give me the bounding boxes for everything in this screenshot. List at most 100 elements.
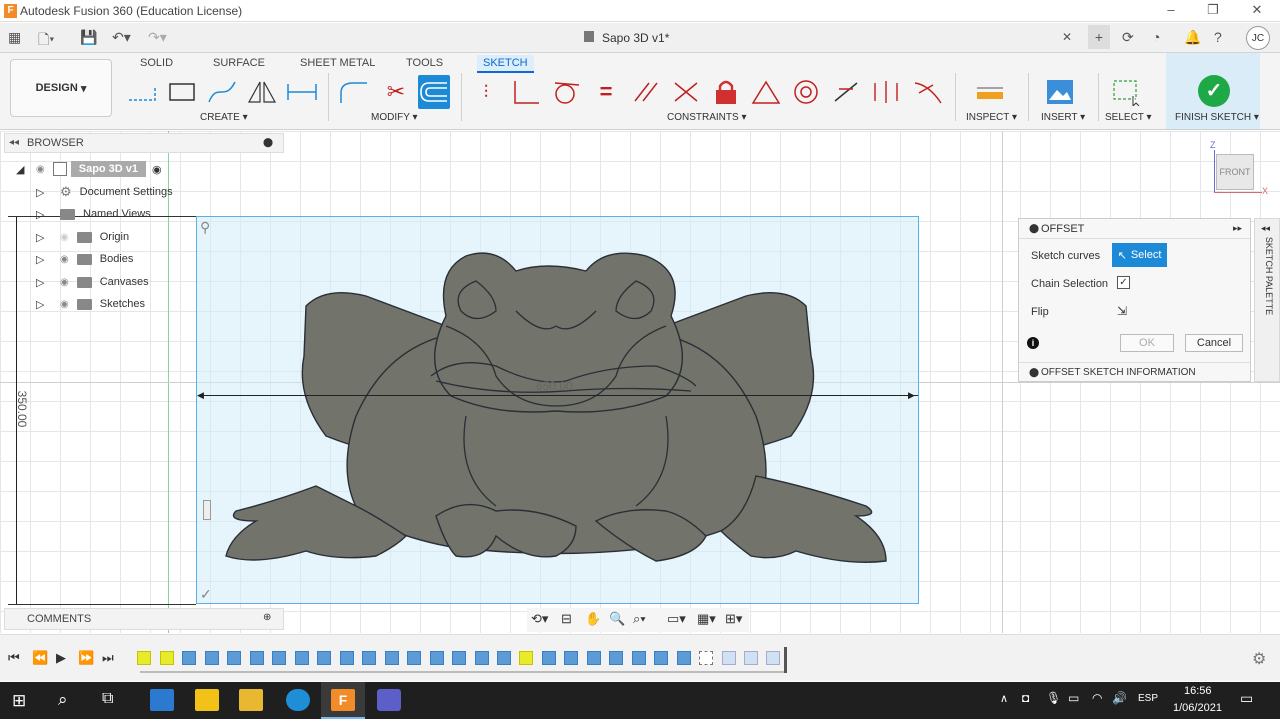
job-status-icon[interactable]: ◔ [1152, 29, 1160, 45]
look-at-icon[interactable]: ⊟ [561, 611, 572, 627]
tab-sheet-metal[interactable]: SHEET METAL [294, 55, 381, 71]
timeline-feature-canvas[interactable] [137, 651, 151, 665]
timeline-feature[interactable] [452, 651, 466, 665]
browser-item-document-settings[interactable]: ▷ ⚙ Document Settings [36, 182, 173, 202]
offset-icon[interactable] [418, 75, 450, 109]
fix-lock-icon[interactable] [710, 75, 742, 109]
comments-panel[interactable]: COMMENTS ⊕ [4, 608, 284, 630]
go-to-start-icon[interactable]: ⏮ [8, 650, 20, 666]
edge-icon[interactable] [286, 689, 310, 711]
timeline-feature-suppressed[interactable] [722, 651, 736, 665]
taskbar-date[interactable]: 1/06/2021 [1173, 702, 1222, 714]
timeline-feature[interactable] [564, 651, 578, 665]
perpendicular-icon[interactable] [510, 75, 542, 109]
offset-header[interactable]: ⬤ OFFSET ▸▸ [1019, 219, 1250, 239]
spline-icon[interactable] [206, 75, 238, 109]
zoom-icon[interactable]: 🔍 [609, 611, 625, 627]
notifications-icon[interactable]: 🔔 [1184, 29, 1201, 46]
task-view-icon[interactable]: ⧉ [102, 690, 113, 708]
timeline-feature[interactable] [677, 651, 691, 665]
expand-panel-icon[interactable]: ▸▸ [1233, 223, 1242, 234]
new-tab-icon[interactable]: + [1088, 25, 1110, 49]
help-icon[interactable]: ? [1214, 29, 1222, 45]
step-back-icon[interactable]: ⏪ [32, 650, 48, 666]
horizontal-dimension-line[interactable] [198, 395, 918, 396]
taskbar-time[interactable]: 16:56 [1184, 685, 1212, 697]
play-icon[interactable]: ▶ [56, 650, 66, 666]
modify-group-label[interactable]: MODIFY ▾ [371, 112, 418, 123]
timeline-feature[interactable] [632, 651, 646, 665]
timeline-feature[interactable] [587, 651, 601, 665]
fusion-taskbar-icon[interactable]: F [331, 689, 355, 711]
minimize-button[interactable]: – [1156, 2, 1186, 17]
orbit-icon[interactable]: ⟲▾ [531, 611, 548, 627]
insert-image-icon[interactable] [1044, 75, 1076, 109]
trim-icon[interactable]: ✂ [380, 75, 412, 109]
timeline-feature[interactable] [250, 651, 264, 665]
expand-triangle-icon[interactable]: ▷ [36, 208, 46, 221]
data-panel-grid-icon[interactable]: ▦ [8, 29, 21, 46]
browser-item-sketches[interactable]: ▷ ◉ Sketches [36, 294, 145, 314]
midpoint-icon[interactable] [750, 75, 782, 109]
fillet-icon[interactable] [338, 75, 370, 109]
timeline-feature[interactable] [205, 651, 219, 665]
tab-surface[interactable]: SURFACE [207, 55, 271, 71]
timeline-feature[interactable] [654, 651, 668, 665]
mail-icon[interactable] [150, 689, 174, 711]
browser-item-named-views[interactable]: ▷ Named Views [36, 204, 151, 224]
select-curves-button[interactable]: ↖ Select [1112, 243, 1167, 267]
sketch-palette-tab[interactable]: ◂◂ SKETCH PALETTE [1254, 218, 1280, 382]
ok-button[interactable]: OK [1120, 334, 1174, 352]
timeline-feature[interactable] [407, 651, 421, 665]
tangent-icon[interactable] [550, 75, 582, 109]
workspace-switcher[interactable]: DESIGN ▾ [10, 59, 112, 117]
timeline-settings-gear-icon[interactable]: ⚙ [1252, 649, 1266, 669]
equal-icon[interactable]: = [590, 75, 622, 109]
display-settings-icon[interactable]: ▭▾ [667, 611, 686, 627]
symmetry-icon[interactable] [870, 75, 902, 109]
tab-sketch[interactable]: SKETCH [477, 55, 534, 73]
visibility-icon[interactable]: ◉ [60, 277, 69, 288]
tab-tools[interactable]: TOOLS [400, 55, 449, 71]
timeline-feature-suppressed[interactable] [744, 651, 758, 665]
visibility-icon[interactable]: ◉ [36, 164, 45, 175]
pan-hand-icon[interactable]: ✋ [585, 611, 601, 627]
go-to-end-icon[interactable]: ⏭ [102, 650, 114, 666]
browser-options-icon[interactable]: ⬤ [263, 137, 273, 148]
grid-settings-icon[interactable]: ▦▾ [697, 611, 716, 627]
document-tab[interactable]: Sapo 3D v1* ✕ [574, 23, 1080, 53]
constraints-group-label[interactable]: CONSTRAINTS ▾ [667, 112, 746, 123]
viewports-icon[interactable]: ⊞▾ [725, 611, 742, 627]
browser-panel-header[interactable]: ◂◂ BROWSER ⬤ [4, 133, 284, 153]
language-indicator[interactable]: ESP [1138, 693, 1158, 704]
create-group-label[interactable]: CREATE ▾ [200, 112, 248, 123]
select-window-icon[interactable] [1110, 75, 1142, 109]
curvature-icon[interactable] [912, 75, 944, 109]
tray-camera-icon[interactable]: ◘ [1022, 691, 1029, 705]
mirror-icon[interactable] [246, 75, 278, 109]
timeline-feature[interactable] [430, 651, 444, 665]
timeline-feature[interactable] [227, 651, 241, 665]
expand-triangle-icon[interactable]: ▷ [36, 231, 46, 244]
timeline-feature[interactable] [497, 651, 511, 665]
timeline-feature[interactable] [182, 651, 196, 665]
frog-sketch-body[interactable] [196, 216, 919, 604]
expand-triangle-icon[interactable]: ▷ [36, 253, 46, 266]
expand-triangle-icon[interactable]: ▷ [36, 298, 46, 311]
notification-center-icon[interactable]: ▭ [1240, 690, 1253, 707]
fit-icon[interactable]: ⌕▾ [633, 611, 646, 627]
info-icon[interactable]: i [1027, 337, 1039, 349]
tray-chevron-icon[interactable]: ∧ [1000, 692, 1008, 705]
step-forward-icon[interactable]: ⏩ [78, 650, 94, 666]
browser-item-canvases[interactable]: ▷ ◉ Canvases [36, 272, 149, 292]
timeline-feature-suppressed[interactable] [766, 651, 780, 665]
timeline-feature[interactable] [609, 651, 623, 665]
viewcube[interactable]: Z X FRONT [1206, 140, 1268, 200]
line-icon[interactable] [126, 75, 158, 109]
horizontal-dimension-value[interactable]: 650.00 [536, 379, 573, 393]
timeline-feature[interactable] [385, 651, 399, 665]
timeline-feature-sketch[interactable] [160, 651, 174, 665]
expand-triangle-icon[interactable]: ◢ [16, 163, 26, 176]
sticky-notes-icon[interactable] [195, 689, 219, 711]
activate-radio-icon[interactable]: ◉ [152, 163, 162, 176]
